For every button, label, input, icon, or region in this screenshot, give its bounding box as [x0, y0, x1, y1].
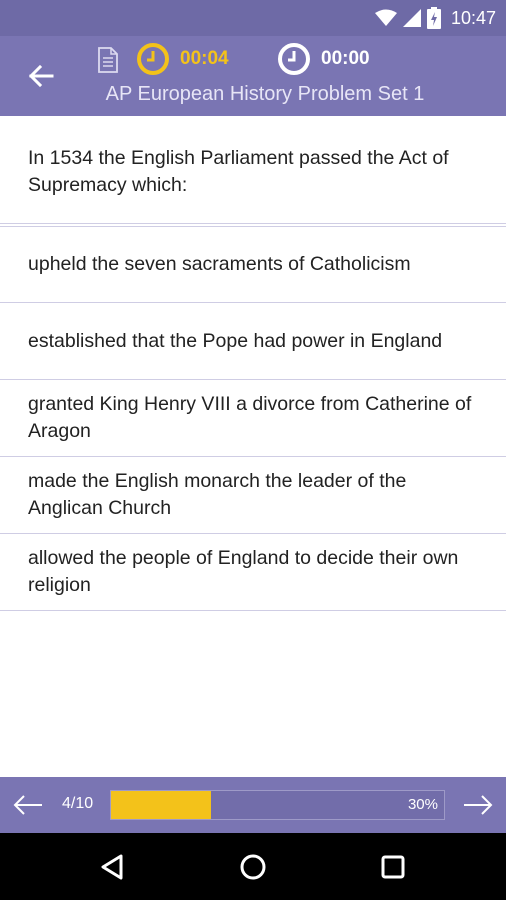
signal-icon	[402, 9, 421, 27]
home-circle-icon[interactable]	[237, 851, 269, 883]
status-icons: 10:47	[374, 6, 496, 30]
answer-option-3[interactable]: granted King Henry VIII a divorce from C…	[0, 380, 506, 457]
answer-option-5[interactable]: allowed the people of England to decide …	[0, 534, 506, 611]
bottom-bar: 4/10 30%	[0, 777, 506, 833]
total-timer: 00:00	[277, 42, 370, 76]
app-bar: 00:04 00:00 AP European History Problem …	[0, 36, 506, 116]
battery-charging-icon	[426, 7, 441, 29]
back-triangle-icon[interactable]	[97, 851, 129, 883]
progress-percent: 30%	[407, 796, 438, 813]
status-time: 10:47	[450, 7, 496, 28]
clock-icon	[137, 43, 169, 75]
total-timer-value: 00:00	[321, 48, 370, 69]
page-title: AP European History Problem Set 1	[105, 83, 425, 105]
answer-option-2[interactable]: established that the Pope had power in E…	[0, 303, 506, 380]
question-timer: 00:04	[136, 42, 229, 76]
arrow-right-icon[interactable]	[462, 793, 494, 817]
answer-list: upheld the seven sacraments of Catholici…	[0, 226, 506, 611]
clock-icon	[278, 43, 310, 75]
system-nav-bar	[0, 833, 506, 900]
answer-option-4[interactable]: made the English monarch the leader of t…	[0, 457, 506, 534]
wifi-icon	[374, 9, 397, 26]
arrow-left-icon[interactable]	[12, 793, 44, 817]
status-bar: 10:47	[0, 0, 506, 36]
progress-bar: 30%	[110, 790, 445, 820]
answer-option-1[interactable]: upheld the seven sacraments of Catholici…	[0, 226, 506, 303]
recents-square-icon[interactable]	[377, 851, 409, 883]
question-text: In 1534 the English Parliament passed th…	[0, 116, 506, 224]
document-icon[interactable]	[97, 47, 119, 73]
question-timer-value: 00:04	[180, 48, 229, 69]
progress-fill	[111, 791, 211, 819]
question-counter: 4/10	[62, 795, 94, 812]
